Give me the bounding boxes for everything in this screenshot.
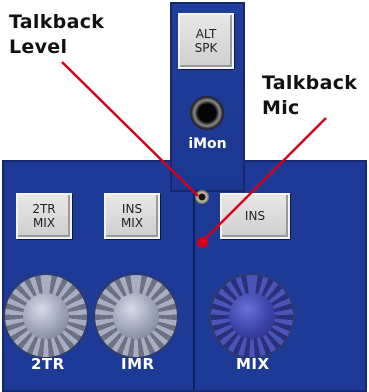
talkback-mic-line xyxy=(202,117,327,242)
talkback-level-line xyxy=(61,61,199,197)
callout-lines xyxy=(61,61,327,242)
